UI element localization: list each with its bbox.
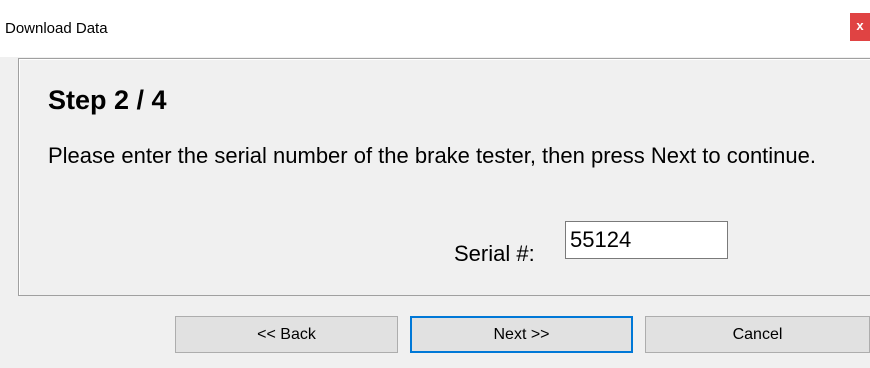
next-button[interactable]: Next >> (410, 316, 633, 353)
back-button[interactable]: << Back (175, 316, 398, 353)
window-title: Download Data (5, 20, 108, 37)
step-panel: Step 2 / 4 Please enter the serial numbe… (18, 58, 870, 296)
close-icon[interactable]: x (850, 13, 870, 41)
serial-label: Serial #: (454, 241, 535, 266)
serial-number-input[interactable] (565, 221, 728, 259)
step-title: Step 2 / 4 (48, 85, 167, 115)
cancel-button[interactable]: Cancel (645, 316, 870, 353)
title-bar: Download Data x (0, 0, 870, 57)
button-row: << Back Next >> Cancel (0, 296, 870, 368)
download-data-dialog: Download Data x Step 2 / 4 Please enter … (0, 0, 870, 368)
step-instructions: Please enter the serial number of the br… (48, 143, 816, 168)
